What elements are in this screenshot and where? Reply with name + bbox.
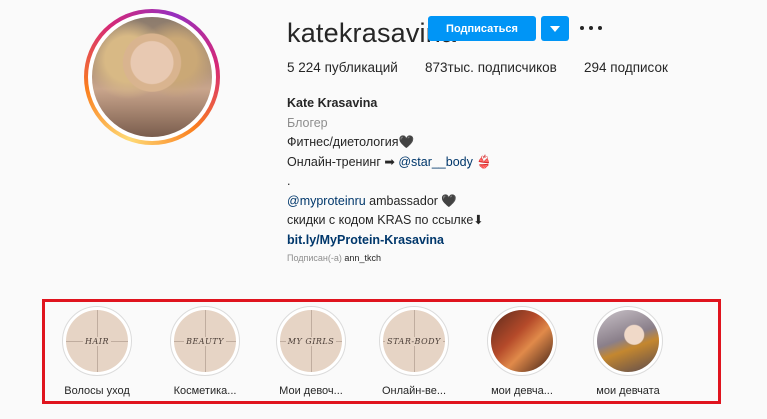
- more-options-icon[interactable]: [580, 18, 602, 38]
- highlight-girls-1[interactable]: мои девча...: [474, 306, 570, 397]
- posts-count-label: публикаций: [324, 60, 398, 75]
- bio-line: .: [287, 174, 291, 188]
- highlight-cover-text: MY GIRLS: [285, 336, 337, 346]
- avatar-border: [88, 13, 216, 141]
- highlight-label: Косметика...: [173, 385, 237, 397]
- highlight-cover-text: BEAUTY: [184, 336, 226, 346]
- following-count-label: подписок: [610, 60, 668, 75]
- bio-text: ambassador 🖤: [365, 193, 457, 208]
- bio-text: 👙: [472, 154, 492, 169]
- highlight-label: мои девчата: [596, 385, 660, 397]
- highlight-beauty[interactable]: BEAUTY Косметика...: [157, 306, 253, 397]
- profile-category: Блогер: [287, 115, 328, 130]
- highlight-cover: MY GIRLS: [280, 310, 342, 372]
- highlight-star-body[interactable]: STAR-BODY Онлайн-ве...: [366, 306, 462, 397]
- dot: [589, 26, 593, 30]
- highlight-cover-text: HAIR: [83, 336, 111, 346]
- highlight-girls-2[interactable]: мои девчата: [580, 306, 676, 397]
- bio-line: Онлайн-тренинг ➡ @star__body 👙: [287, 153, 492, 173]
- bio-line: @myproteinru ambassador 🖤: [287, 192, 492, 212]
- chevron-down-icon: [550, 25, 560, 32]
- posts-count-value: 5 224: [287, 60, 321, 75]
- profile-full-name: Kate Krasavina: [287, 96, 378, 110]
- following-count-value: 294: [584, 60, 607, 75]
- star-body-mention-link[interactable]: @star__body: [398, 155, 473, 169]
- highlight-cover: HAIR: [66, 310, 128, 372]
- highlight-cover-text: STAR-BODY: [385, 336, 443, 346]
- highlight-ring: [487, 306, 557, 376]
- follow-button[interactable]: Подписаться: [428, 16, 536, 41]
- following-count[interactable]: 294 подписок: [584, 60, 668, 75]
- posts-count: 5 224 публикаций: [287, 60, 398, 75]
- highlight-cover: BEAUTY: [174, 310, 236, 372]
- highlight-label: Волосы уход: [64, 385, 130, 397]
- suggestions-dropdown-button[interactable]: [541, 16, 569, 41]
- highlight-my-girls[interactable]: MY GIRLS Мои девоч...: [263, 306, 359, 397]
- highlight-label: Онлайн-ве...: [381, 385, 447, 397]
- highlight-cover-photo: [491, 310, 553, 372]
- bio-url-link[interactable]: bit.ly/MyProtein-Krasavina: [287, 231, 492, 251]
- bio-line: Фитнес/диетология🖤: [287, 135, 415, 149]
- myproteinru-mention-link[interactable]: @myproteinru: [287, 194, 366, 208]
- bio-text: Онлайн-тренинг ➡: [287, 154, 399, 169]
- highlight-ring: HAIR: [62, 306, 132, 376]
- followers-count[interactable]: 873тыс. подписчиков: [425, 60, 557, 75]
- bio-line: скидки с кодом KRAS по ссылке⬇: [287, 213, 484, 227]
- highlight-cover-photo: [597, 310, 659, 372]
- followed-by[interactable]: Подписан(-а) ann_tkch: [287, 253, 381, 263]
- highlight-cover: STAR-BODY: [383, 310, 445, 372]
- followed-by-prefix: Подписан(-а): [287, 253, 342, 263]
- followers-count-value: 873тыс.: [425, 60, 474, 75]
- profile-avatar[interactable]: [84, 9, 220, 145]
- highlight-ring: STAR-BODY: [379, 306, 449, 376]
- profile-bio: Kate Krasavina Блогер Фитнес/диетология🖤…: [287, 94, 492, 250]
- followed-by-user: ann_tkch: [344, 253, 381, 263]
- dot: [598, 26, 602, 30]
- highlight-hair[interactable]: HAIR Волосы уход: [49, 306, 145, 397]
- highlight-ring: BEAUTY: [170, 306, 240, 376]
- highlight-ring: [593, 306, 663, 376]
- highlight-label: Мои девоч...: [279, 385, 343, 397]
- followers-count-label: подписчиков: [477, 60, 557, 75]
- highlight-ring: MY GIRLS: [276, 306, 346, 376]
- highlight-label: мои девча...: [491, 385, 553, 397]
- avatar-photo: [92, 17, 212, 137]
- dot: [580, 26, 584, 30]
